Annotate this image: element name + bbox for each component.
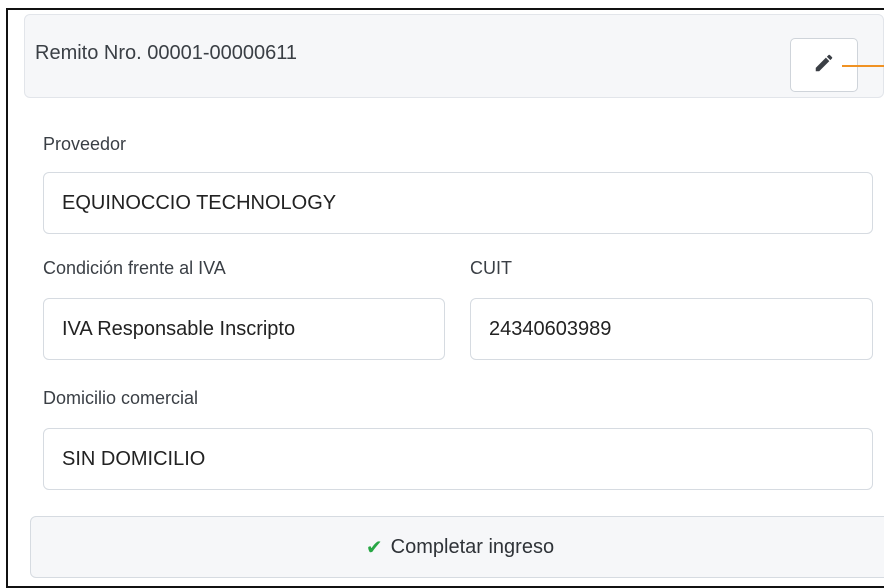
complete-button[interactable]: ✔ Completar ingreso: [30, 516, 884, 578]
proveedor-label: Proveedor: [43, 134, 127, 154]
domicilio-field[interactable]: SIN DOMICILIO: [43, 428, 873, 490]
cuit-field[interactable]: 24340603989: [470, 298, 873, 360]
cuit-label: CUIT: [470, 258, 512, 278]
iva-label: Condición frente al IVA: [43, 258, 226, 278]
domicilio-label: Domicilio comercial: [43, 388, 199, 408]
pencil-icon: [813, 52, 835, 79]
page-title: Remito Nro. 00001-00000611: [35, 42, 298, 64]
proveedor-field[interactable]: EQUINOCCIO TECHNOLOGY: [43, 172, 873, 234]
check-icon: ✔: [365, 536, 383, 559]
iva-field[interactable]: IVA Responsable Inscripto: [43, 298, 445, 360]
annotation-line: [842, 65, 884, 67]
complete-button-label: Completar ingreso: [390, 535, 555, 558]
